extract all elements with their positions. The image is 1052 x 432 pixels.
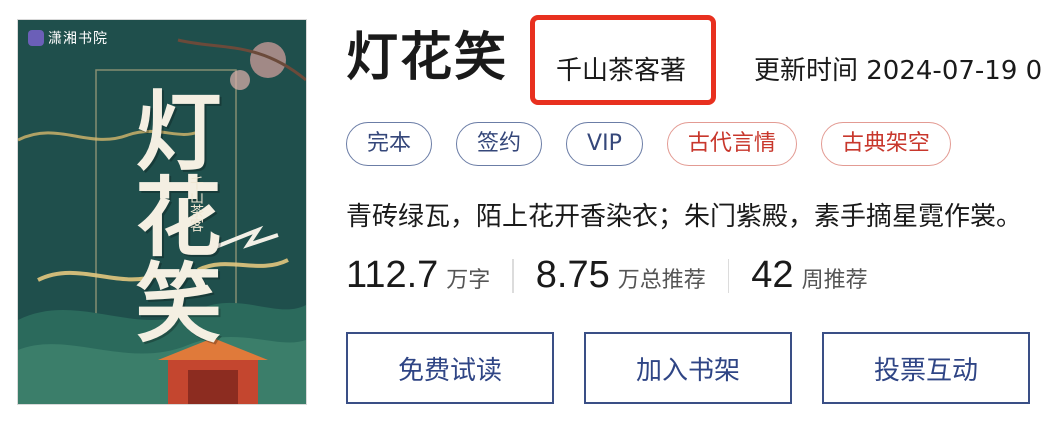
stat-unit: 周推荐 bbox=[801, 268, 868, 293]
publisher-logo: 潇湘书院 bbox=[28, 28, 108, 48]
stat-divider bbox=[727, 258, 730, 293]
stat-unit: 万总推荐 bbox=[617, 268, 706, 293]
update-time: 更新时间 2024-07-19 0 bbox=[754, 56, 1043, 86]
book-title: 灯花笑 bbox=[346, 28, 509, 88]
stat-unit: 万字 bbox=[446, 268, 491, 293]
tag-genre[interactable]: 古代言情 bbox=[666, 122, 797, 166]
vote-button[interactable]: 投票互动 bbox=[822, 332, 1030, 404]
stat-word-count: 112.7 万字 bbox=[346, 254, 490, 297]
tag-vip[interactable]: VIP bbox=[566, 122, 643, 166]
tag-list: 完本 签约 VIP 古代言情 古典架空 bbox=[346, 122, 951, 166]
stat-value: 42 bbox=[751, 254, 794, 296]
stat-weekly-recommend: 42 周推荐 bbox=[751, 254, 867, 297]
tag-complete[interactable]: 完本 bbox=[346, 122, 433, 166]
stat-value: 8.75 bbox=[535, 254, 610, 296]
author-link[interactable]: 千山茶客著 bbox=[556, 50, 686, 87]
tag-subgenre[interactable]: 古典架空 bbox=[820, 122, 951, 166]
stat-value: 112.7 bbox=[346, 254, 439, 296]
publisher-name: 潇湘书院 bbox=[48, 31, 108, 47]
stats-row: 112.7 万字 8.75 万总推荐 42 周推荐 bbox=[346, 254, 868, 297]
add-to-shelf-button[interactable]: 加入书架 bbox=[584, 332, 792, 404]
free-read-button[interactable]: 免费试读 bbox=[346, 332, 554, 404]
action-buttons: 免费试读 加入书架 投票互动 bbox=[346, 332, 1030, 404]
tag-signed[interactable]: 签约 bbox=[456, 122, 543, 166]
stat-total-recommend: 8.75 万总推荐 bbox=[536, 254, 706, 297]
cover-author-art: 千山茶客 bbox=[188, 176, 204, 232]
synopsis: 青砖绿瓦，陌上花开香染衣；朱门紫殿，素手摘星霓作裳。 bbox=[346, 202, 1023, 232]
stat-divider bbox=[512, 258, 514, 293]
publisher-mark-icon bbox=[28, 30, 44, 46]
book-cover[interactable]: 潇湘书院 灯花笑 千山茶客 bbox=[18, 20, 306, 404]
